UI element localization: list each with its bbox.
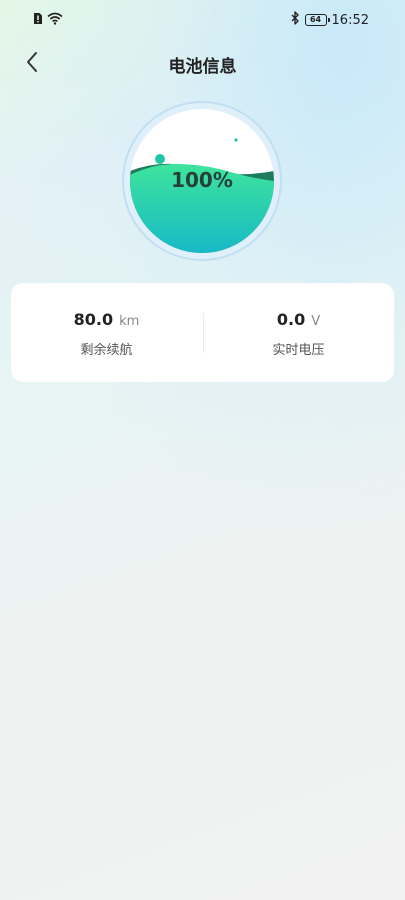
wifi-icon bbox=[47, 12, 63, 29]
nav-bar: 电池信息 bbox=[0, 44, 405, 84]
voltage-stat: 0.0 V 实时电压 bbox=[203, 283, 394, 382]
battery-icon: 64 bbox=[304, 14, 330, 26]
bubble-large bbox=[155, 154, 165, 164]
background-tint bbox=[0, 0, 405, 560]
sim-alert-icon bbox=[33, 12, 43, 29]
voltage-value-row: 0.0 V bbox=[203, 310, 394, 329]
voltage-unit: V bbox=[311, 314, 321, 329]
voltage-label: 实时电压 bbox=[272, 343, 325, 358]
range-value-row: 80.0 km bbox=[11, 310, 202, 329]
page-title: 电池信息 bbox=[168, 57, 237, 77]
voltage-value: 0.0 bbox=[276, 310, 306, 329]
range-stat: 80.0 km 剩余续航 bbox=[11, 283, 202, 382]
status-right: 64 16:52 bbox=[290, 11, 369, 29]
battery-level-text: 64 bbox=[309, 15, 322, 24]
range-value: 80.0 bbox=[73, 310, 114, 329]
bubble-small bbox=[234, 138, 238, 142]
battery-info-card: 80.0 km 剩余续航 0.0 V 实时电压 bbox=[11, 283, 394, 382]
range-unit: km bbox=[119, 314, 140, 329]
status-bar: 64 16:52 bbox=[0, 0, 405, 40]
bluetooth-icon bbox=[290, 11, 300, 29]
range-label: 剩余续航 bbox=[80, 343, 133, 358]
battery-percent: 100% bbox=[171, 168, 233, 192]
battery-gauge: 100% bbox=[122, 101, 282, 261]
status-time: 16:52 bbox=[331, 12, 369, 28]
status-left bbox=[33, 12, 63, 29]
